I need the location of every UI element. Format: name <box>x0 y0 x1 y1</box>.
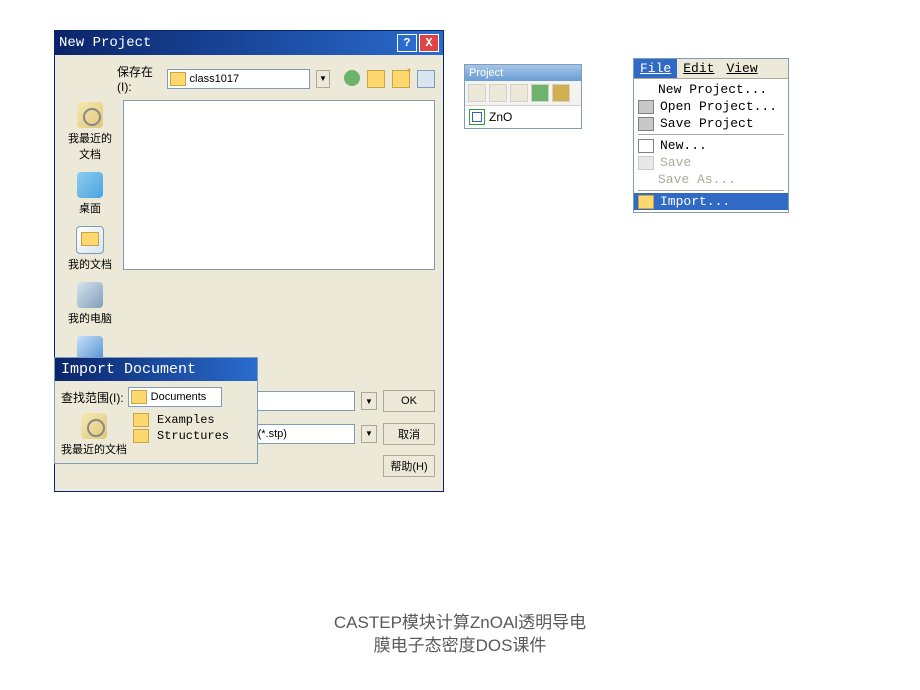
folder-icon <box>133 429 149 443</box>
caption-line1: CASTEP模块计算ZnOAl透明导电 <box>0 612 920 635</box>
project-item-zno[interactable]: ZnO <box>465 106 581 128</box>
place-docs[interactable]: 我的文档 <box>68 226 112 272</box>
slide-caption: CASTEP模块计算ZnOAl透明导电 膜电子态密度DOS课件 <box>0 612 920 658</box>
new-file-icon[interactable] <box>468 84 486 102</box>
folder-label: Examples <box>157 413 215 427</box>
menu-label: Save As... <box>658 172 736 187</box>
import-lookin-select[interactable]: Documents <box>128 387 222 407</box>
place-computer-label: 我的电脑 <box>68 310 112 326</box>
save-icon <box>638 117 654 131</box>
menu-label: New Project... <box>658 82 767 97</box>
lookin-row: 保存在(I): class1017 ▼ <box>117 63 435 94</box>
back-icon[interactable] <box>344 70 360 86</box>
import-document-dialog: Import Document 查找范围(I): Documents 我最近的文… <box>54 357 258 464</box>
import-lookin-label: 查找范围(I): <box>61 389 124 406</box>
chevron-down-icon[interactable]: ▼ <box>361 392 377 410</box>
folder-icon <box>133 413 149 427</box>
chevron-down-icon[interactable]: ▼ <box>361 425 377 443</box>
folder-icon <box>131 390 147 404</box>
up-folder-icon[interactable] <box>367 70 385 88</box>
menu-save: Save <box>634 154 788 171</box>
menu-list: New Project... Open Project... Save Proj… <box>634 79 788 212</box>
project-panel: Project ZnO <box>464 64 582 129</box>
menu-label: Save <box>660 155 691 170</box>
chevron-down-icon[interactable]: ▼ <box>316 70 330 88</box>
folder-label: Structures <box>157 429 229 443</box>
new-folder-icon[interactable] <box>392 70 410 88</box>
docs-icon <box>76 226 104 254</box>
lookin-select[interactable]: class1017 <box>167 69 310 89</box>
recent-icon <box>77 102 103 128</box>
folder-icon <box>170 72 186 86</box>
places-bar: 我最近的文档 桌面 我的文档 我的电脑 网上邻居 <box>63 100 117 380</box>
import-title: Import Document <box>55 358 257 381</box>
import-folder-examples[interactable]: Examples <box>133 413 251 427</box>
menu-edit[interactable]: Edit <box>677 59 720 78</box>
import-recent-label: 我最近的文档 <box>61 441 127 457</box>
menu-new-project[interactable]: New Project... <box>634 81 788 98</box>
import-lookin-row: 查找范围(I): Documents <box>61 387 251 407</box>
computer-icon <box>77 282 103 308</box>
close-icon[interactable]: X <box>419 34 439 52</box>
titlebar-buttons: ? X <box>397 34 439 52</box>
delete-icon[interactable] <box>489 84 507 102</box>
menu-label: Save Project <box>660 116 754 131</box>
menu-import[interactable]: Import... <box>634 193 788 210</box>
view-mode-icon[interactable] <box>417 70 435 88</box>
import-place-recent[interactable]: 我最近的文档 <box>61 413 127 457</box>
import-lookin-value: Documents <box>151 391 207 403</box>
menu-open-project[interactable]: Open Project... <box>634 98 788 115</box>
menu-view[interactable]: View <box>720 59 763 78</box>
place-recent[interactable]: 我最近的文档 <box>63 102 117 162</box>
import-folder-list: Examples Structures <box>133 413 251 457</box>
place-desktop-label: 桌面 <box>79 200 101 216</box>
desktop-icon <box>77 172 103 198</box>
lookin-value: class1017 <box>190 73 307 85</box>
caption-line2: 膜电子态密度DOS课件 <box>0 635 920 658</box>
cancel-button[interactable]: 取消 <box>383 423 435 445</box>
open-folder-icon[interactable] <box>510 84 528 102</box>
menu-separator <box>638 134 784 135</box>
open-icon <box>638 100 654 114</box>
import-content: 我最近的文档 Examples Structures <box>61 413 251 457</box>
nav-toolbar <box>344 70 435 88</box>
project-panel-header: Project <box>465 65 581 81</box>
menu-separator <box>638 190 784 191</box>
new-doc-icon <box>638 139 654 153</box>
blank-icon <box>638 84 652 96</box>
lookin-label: 保存在(I): <box>117 63 161 94</box>
place-desktop[interactable]: 桌面 <box>77 172 103 216</box>
project-file-icon <box>469 109 485 125</box>
menu-label: Import... <box>660 194 730 209</box>
save-icon <box>638 156 654 170</box>
blank-icon <box>638 174 652 186</box>
file-menu-panel: File Edit View New Project... Open Proje… <box>633 58 789 213</box>
refresh-icon[interactable] <box>531 84 549 102</box>
menubar: File Edit View <box>634 59 788 79</box>
dialog-title: New Project <box>59 35 151 51</box>
project-item-label: ZnO <box>489 110 512 124</box>
recent-icon <box>81 413 107 439</box>
import-folder-structures[interactable]: Structures <box>133 429 251 443</box>
menu-label: New... <box>660 138 707 153</box>
menu-save-as: Save As... <box>634 171 788 188</box>
help-button[interactable]: 帮助(H) <box>383 455 435 477</box>
ok-button[interactable]: OK <box>383 390 435 412</box>
titlebar: New Project ? X <box>55 31 443 55</box>
import-body: 查找范围(I): Documents 我最近的文档 Examples Struc… <box>55 381 257 463</box>
place-recent-label: 我最近的文档 <box>63 130 117 162</box>
places-file-row: 我最近的文档 桌面 我的文档 我的电脑 网上邻居 <box>63 100 435 380</box>
menu-new[interactable]: New... <box>634 137 788 154</box>
help-icon[interactable]: ? <box>397 34 417 52</box>
book-icon[interactable] <box>552 84 570 102</box>
place-computer[interactable]: 我的电脑 <box>68 282 112 326</box>
project-toolbar <box>465 81 581 106</box>
menu-save-project[interactable]: Save Project <box>634 115 788 132</box>
import-icon <box>638 195 654 209</box>
menu-file[interactable]: File <box>634 59 677 78</box>
menu-label: Open Project... <box>660 99 777 114</box>
place-docs-label: 我的文档 <box>68 256 112 272</box>
file-list-area[interactable] <box>123 100 435 270</box>
